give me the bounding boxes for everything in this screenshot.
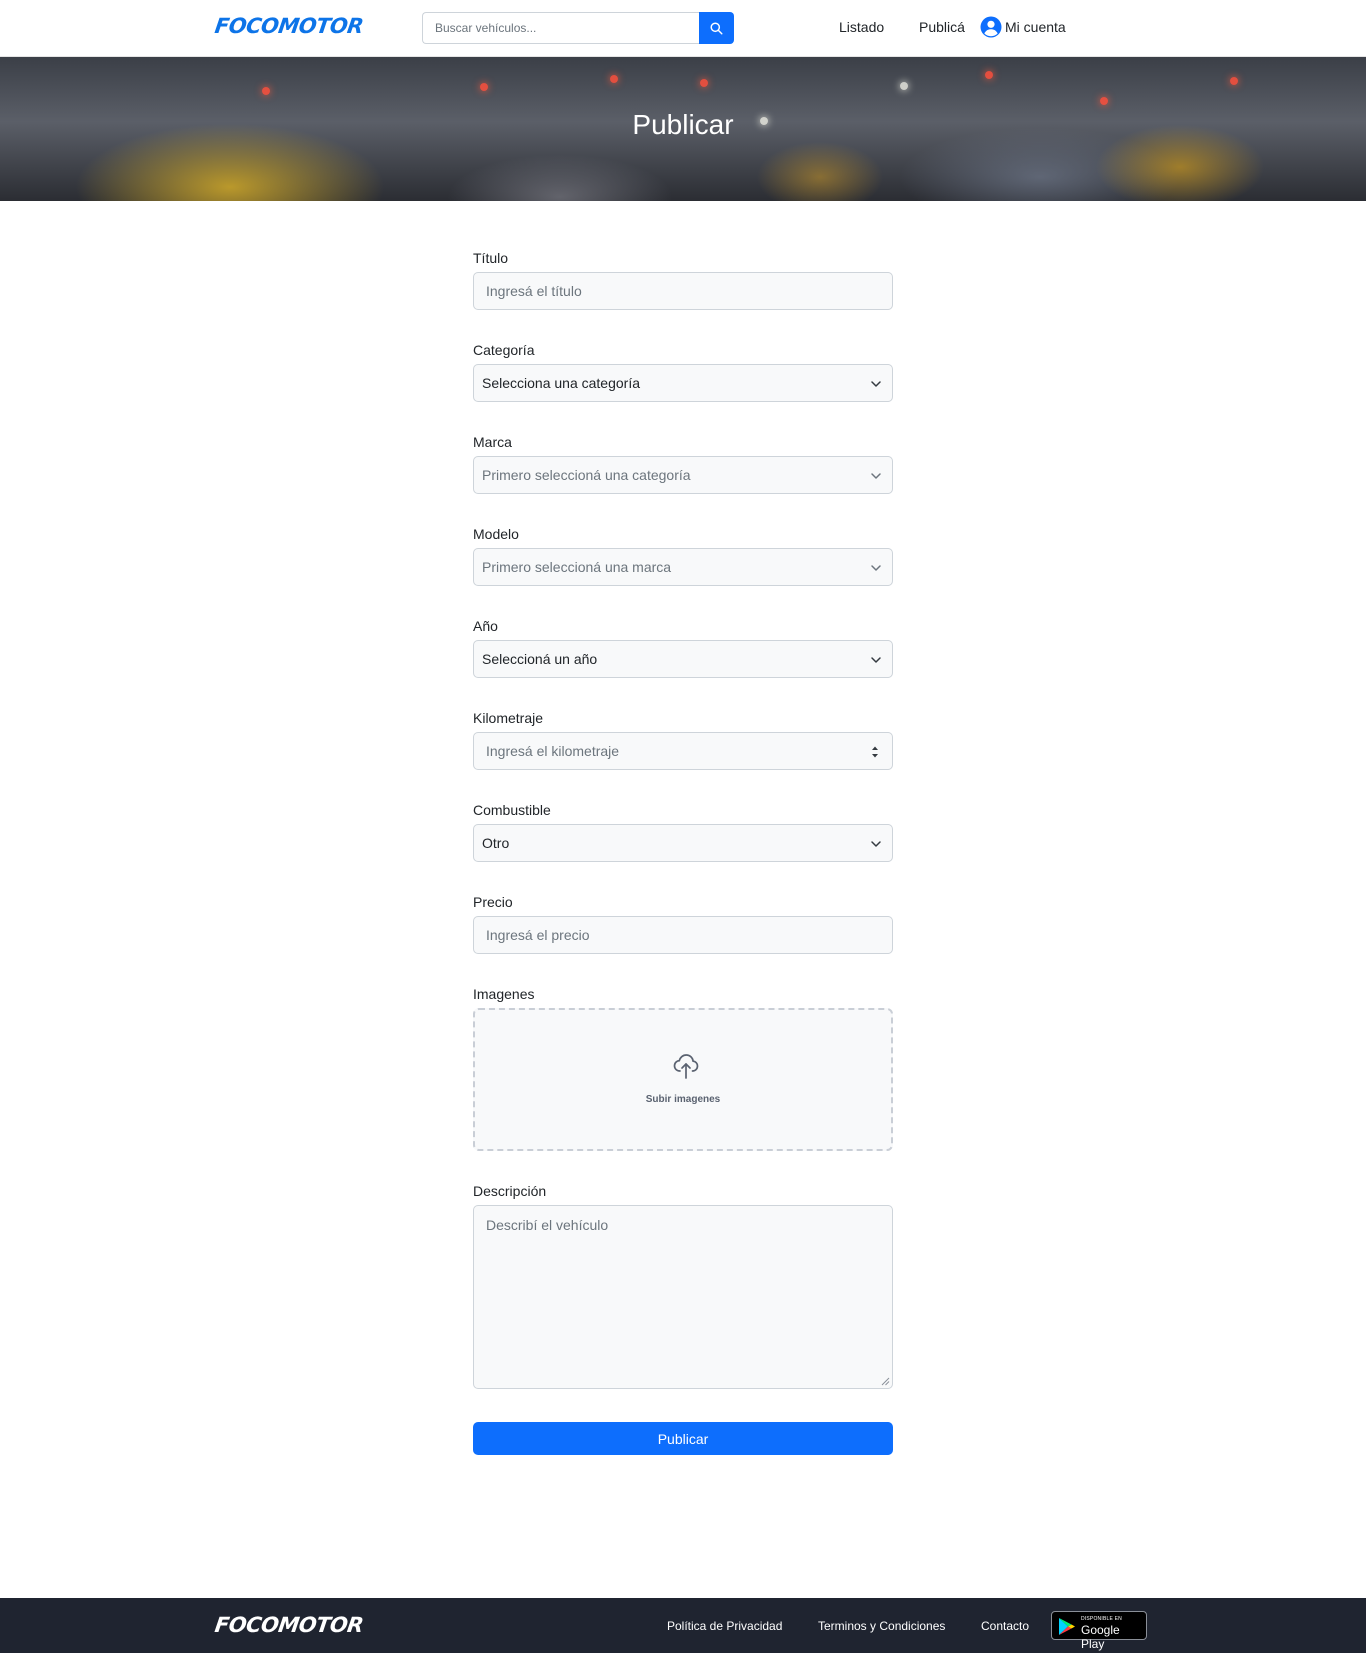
combustible-field: Combustible Otro	[473, 802, 893, 862]
anio-select-value: Seleccioná un año	[482, 651, 598, 667]
hero-decor-light	[480, 83, 488, 91]
top-navbar: FOCOMOTOR Listado Publicá Mi cuenta	[0, 0, 1366, 57]
categoria-select-value: Selecciona una categoría	[482, 375, 640, 391]
user-circle-icon	[980, 16, 1002, 38]
modelo-label: Modelo	[473, 526, 519, 542]
descripcion-placeholder: Describí el vehículo	[486, 1217, 609, 1233]
search-icon	[710, 21, 723, 35]
hero-decor-light	[610, 75, 618, 83]
account-label: Mi cuenta	[1005, 19, 1066, 35]
marca-select[interactable]: Primero seleccioná una categoría	[473, 456, 893, 494]
upload-label: Subir imagenes	[645, 1094, 721, 1105]
marca-label: Marca	[473, 434, 512, 450]
google-play-badge[interactable]: DISPONIBLE EN Google Play	[1051, 1611, 1147, 1651]
titulo-field: Título Ingresá el título	[473, 250, 893, 310]
site-logo[interactable]: FOCOMOTOR	[213, 14, 364, 38]
chevron-down-icon	[871, 473, 881, 479]
imagenes-field: Imagenes Subir imagenes	[473, 986, 893, 1151]
chevron-down-icon	[871, 841, 881, 847]
search-input[interactable]	[422, 12, 699, 44]
site-footer: FOCOMOTOR Política de Privacidad Termino…	[0, 1598, 1366, 1653]
search-button[interactable]	[699, 12, 734, 44]
titulo-label: Título	[473, 250, 509, 266]
footer-link-terminos[interactable]: Terminos y Condiciones	[818, 1619, 945, 1633]
resize-handle-icon[interactable]	[881, 1377, 890, 1386]
combustible-select[interactable]: Otro	[473, 824, 893, 862]
nav-listado-link[interactable]: Listado	[839, 19, 884, 35]
hero-banner: Publicar	[0, 57, 1366, 201]
store-badge-small-text: DISPONIBLE EN	[1081, 1616, 1122, 1622]
hero-decor-light	[262, 87, 270, 95]
imagenes-label: Imagenes	[473, 986, 535, 1002]
descripcion-label: Descripción	[473, 1183, 547, 1199]
kilometraje-field: Kilometraje Ingresá el kilometraje	[473, 710, 893, 770]
chevron-down-icon	[871, 657, 881, 663]
cloud-upload-icon	[673, 1054, 699, 1079]
descripcion-field: Descripción Describí el vehículo	[473, 1183, 893, 1389]
modelo-field: Modelo Primero seleccioná una marca	[473, 526, 893, 586]
descripcion-textarea[interactable]: Describí el vehículo	[473, 1205, 893, 1389]
footer-link-contacto[interactable]: Contacto	[981, 1619, 1029, 1633]
hero-decor-light	[985, 71, 993, 79]
precio-field: Precio Ingresá el precio	[473, 894, 893, 954]
anio-field: Año Seleccioná un año	[473, 618, 893, 678]
categoria-field: Categoría Selecciona una categoría	[473, 342, 893, 402]
kilometraje-label: Kilometraje	[473, 710, 544, 726]
combustible-select-value: Otro	[482, 835, 510, 851]
hero-decor-light	[1230, 77, 1238, 85]
kilometraje-input[interactable]: Ingresá el kilometraje	[473, 732, 893, 770]
anio-label: Año	[473, 618, 498, 634]
marca-select-value: Primero seleccioná una categoría	[482, 467, 691, 483]
titulo-input[interactable]: Ingresá el título	[473, 272, 893, 310]
modelo-select-value: Primero seleccioná una marca	[482, 559, 672, 575]
kilometraje-placeholder: Ingresá el kilometraje	[486, 743, 620, 759]
precio-input[interactable]: Ingresá el precio	[473, 916, 893, 954]
chevron-down-icon	[871, 381, 881, 387]
search-bar	[422, 12, 734, 44]
categoria-label: Categoría	[473, 342, 535, 358]
image-upload-dropzone[interactable]: Subir imagenes	[473, 1008, 893, 1151]
categoria-select[interactable]: Selecciona una categoría	[473, 364, 893, 402]
account-menu[interactable]: Mi cuenta	[980, 16, 1066, 38]
footer-logo[interactable]: FOCOMOTOR	[213, 1613, 364, 1637]
nav-publica-link[interactable]: Publicá	[919, 19, 965, 35]
chevron-down-icon	[871, 565, 881, 571]
anio-select[interactable]: Seleccioná un año	[473, 640, 893, 678]
hero-decor-light	[1100, 97, 1108, 105]
publicar-submit-button[interactable]: Publicar	[473, 1422, 893, 1455]
number-spinner-icon[interactable]	[871, 745, 879, 759]
store-badge-text: Google Play	[1081, 1623, 1120, 1651]
precio-label: Precio	[473, 894, 513, 910]
page-title: Publicar	[632, 109, 734, 140]
footer-link-privacidad[interactable]: Política de Privacidad	[667, 1619, 782, 1633]
combustible-label: Combustible	[473, 802, 551, 818]
google-play-icon	[1059, 1618, 1075, 1635]
hero-decor-light	[700, 79, 708, 87]
hero-decor-light	[900, 82, 908, 90]
marca-field: Marca Primero seleccioná una categoría	[473, 434, 893, 494]
modelo-select[interactable]: Primero seleccioná una marca	[473, 548, 893, 586]
